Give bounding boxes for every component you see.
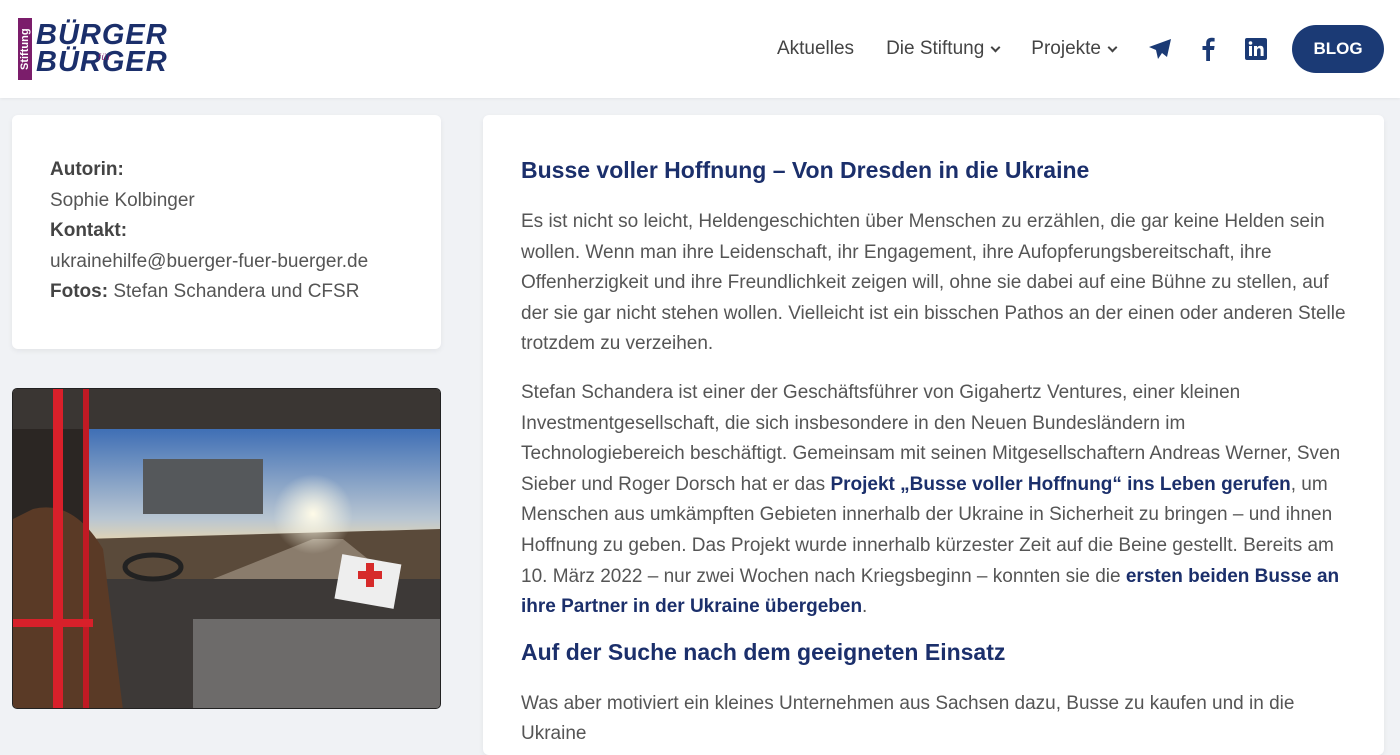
- paragraph: Stefan Schandera ist einer der Geschäfts…: [521, 378, 1346, 623]
- photos-credit: Stefan Schandera und CFSR: [113, 281, 360, 302]
- contact-email[interactable]: ukrainehilfe@buerger-fuer-buerger.de: [50, 247, 403, 278]
- text: .: [862, 596, 868, 618]
- sidebar: Autorin: Sophie Kolbinger Kontakt: ukrai…: [12, 115, 441, 709]
- main-nav: Aktuelles Die Stiftung Projekte BLOG: [777, 25, 1384, 73]
- site-header: Stiftung BÜRGER für BÜRGER Aktuelles Die…: [0, 0, 1400, 98]
- nav-label: Projekte: [1031, 38, 1101, 59]
- section-heading: Auf der Suche nach dem geeigneten Einsat…: [521, 638, 1006, 665]
- paragraph: Was aber motiviert ein kleines Unternehm…: [521, 692, 1295, 745]
- blog-button[interactable]: BLOG: [1292, 25, 1384, 73]
- logo[interactable]: Stiftung BÜRGER für BÜRGER: [18, 18, 168, 80]
- photos-label: Fotos:: [50, 281, 109, 302]
- facebook-icon[interactable]: [1196, 37, 1220, 61]
- logo-wordmark: BÜRGER für BÜRGER: [36, 21, 168, 77]
- chevron-down-icon: [990, 42, 1001, 52]
- linkedin-icon[interactable]: [1244, 37, 1268, 61]
- nav-aktuelles[interactable]: Aktuelles: [777, 38, 854, 60]
- logo-fuer: für: [98, 52, 112, 62]
- project-link[interactable]: Projekt „Busse voller Hoffnung“ ins Lebe…: [830, 474, 1290, 495]
- article: Busse voller Hoffnung – Von Dresden in d…: [483, 115, 1384, 755]
- contact-label: Kontakt:: [50, 220, 128, 241]
- telegram-icon[interactable]: [1148, 37, 1172, 61]
- logo-stiftung: Stiftung: [18, 18, 32, 80]
- author-label: Autorin:: [50, 159, 124, 180]
- chevron-down-icon: [1107, 42, 1118, 52]
- nav-label: Aktuelles: [776, 38, 855, 59]
- nav-projekte[interactable]: Projekte: [1031, 38, 1118, 60]
- paragraph: Es ist nicht so leicht, Heldengeschichte…: [521, 211, 1346, 355]
- article-title: Busse voller Hoffnung – Von Dresden in d…: [521, 157, 1090, 183]
- bus-interior-photo: [12, 388, 441, 709]
- nav-label: Die Stiftung: [886, 38, 985, 59]
- author-name: Sophie Kolbinger: [50, 189, 195, 211]
- author-card: Autorin: Sophie Kolbinger Kontakt: ukrai…: [12, 115, 441, 349]
- nav-die-stiftung[interactable]: Die Stiftung: [886, 38, 1001, 60]
